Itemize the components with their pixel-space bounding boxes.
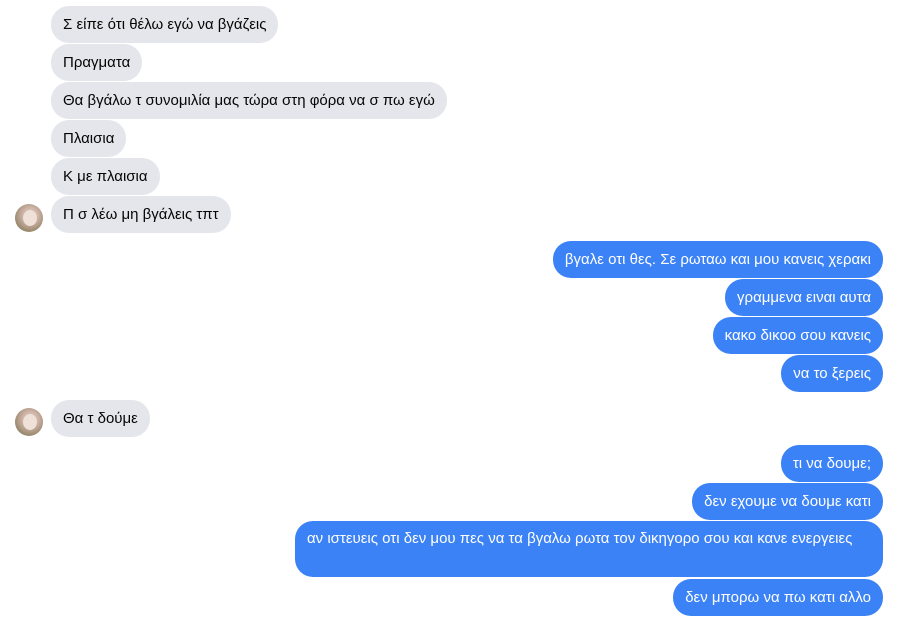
message-bubble-outgoing[interactable]: γραμμενα ειναι αυτα xyxy=(725,279,883,316)
message-bubble-outgoing[interactable]: βγαλε οτι θες. Σε ρωταω και μου κανεις χ… xyxy=(552,241,883,278)
contact-avatar[interactable] xyxy=(15,408,43,436)
contact-avatar[interactable] xyxy=(15,204,43,232)
message-bubble-incoming[interactable]: Κ με πλαισια xyxy=(51,158,160,195)
message-bubble-incoming[interactable]: Πραγματα xyxy=(51,44,143,81)
message-bubble-outgoing[interactable]: κακο δικοο σου κανεις xyxy=(712,317,883,354)
message-bubble-outgoing[interactable]: δεν μπορω να πω κατι αλλο xyxy=(673,579,883,616)
message-bubble-outgoing[interactable]: δεν εχουμε να δουμε κατι xyxy=(692,483,883,520)
message-bubble-incoming[interactable]: Π σ λέω μη βγάλεις τπτ xyxy=(51,196,231,233)
message-bubble-outgoing[interactable]: αν ιστευεις οτι δεν μου πες να τα βγαλω … xyxy=(295,521,883,577)
message-bubble-incoming[interactable]: Θα βγάλω τ συνομιλία μας τώρα στη φόρα ν… xyxy=(51,82,447,119)
message-bubble-outgoing[interactable]: να το ξερεις xyxy=(781,355,883,392)
message-bubble-incoming[interactable]: Πλαισια xyxy=(51,120,127,157)
message-bubble-incoming[interactable]: Σ είπε ότι θέλω εγώ να βγάζεις xyxy=(51,6,279,43)
message-bubble-incoming[interactable]: Θα τ δούμε xyxy=(51,400,150,437)
message-bubble-outgoing[interactable]: τι να δουμε; xyxy=(780,445,883,482)
